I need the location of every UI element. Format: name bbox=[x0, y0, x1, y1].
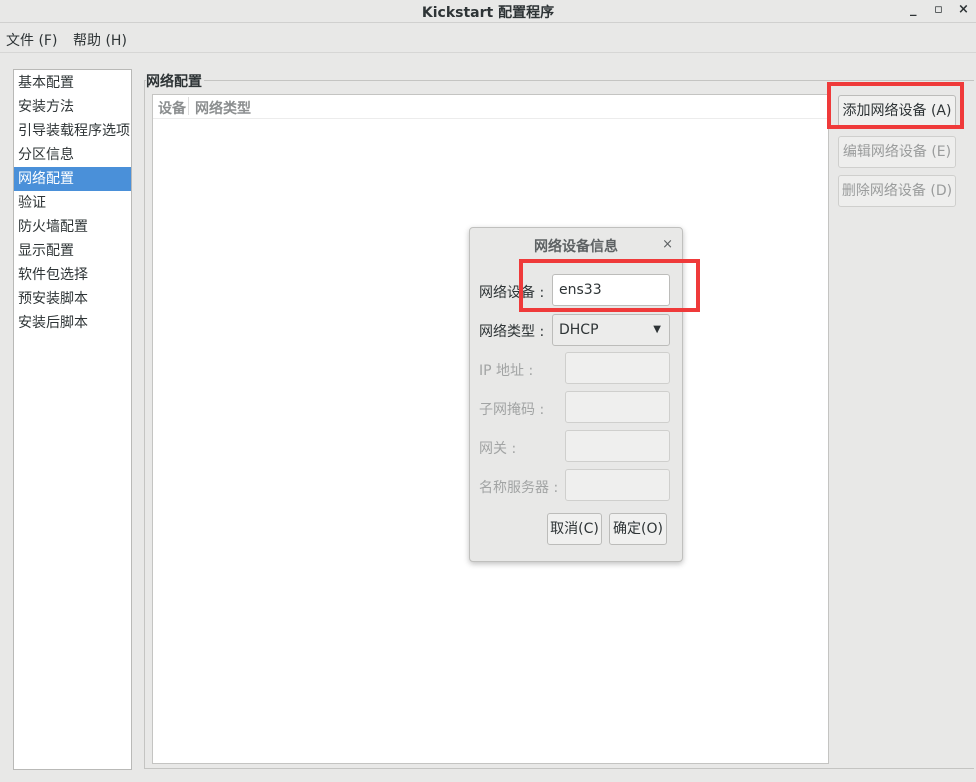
gateway-label: 网关 : bbox=[479, 441, 517, 457]
network-type-label: 网络类型 : bbox=[479, 324, 545, 340]
highlight-box-device-input bbox=[519, 259, 700, 312]
netmask-input bbox=[565, 391, 670, 423]
ip-address-input bbox=[565, 352, 670, 384]
dialog-title: 网络设备信息 bbox=[534, 239, 618, 255]
netmask-label: 子网掩码 : bbox=[479, 402, 545, 418]
network-type-select[interactable]: DHCP ▼ bbox=[552, 314, 670, 346]
menu-file[interactable]: 文件 (F) bbox=[6, 30, 57, 50]
sidebar-item-partition[interactable]: 分区信息 bbox=[14, 143, 131, 167]
close-button[interactable]: × bbox=[958, 2, 969, 17]
edit-network-device-button[interactable]: 编辑网络设备 (E) bbox=[838, 136, 956, 168]
chevron-down-icon: ▼ bbox=[653, 324, 661, 335]
cancel-button[interactable]: 取消(C) bbox=[547, 513, 602, 545]
sidebar-item-packages[interactable]: 软件包选择 bbox=[14, 263, 131, 287]
gateway-input bbox=[565, 430, 670, 462]
dns-label: 名称服务器 : bbox=[479, 480, 559, 496]
maximize-button[interactable]: ▫ bbox=[934, 2, 943, 17]
ok-button[interactable]: 确定(O) bbox=[609, 513, 667, 545]
menu-bar: 文件 (F) 帮助 (H) bbox=[0, 24, 976, 53]
dialog-close-icon[interactable]: × bbox=[662, 237, 673, 252]
dns-input bbox=[565, 469, 670, 501]
menu-help[interactable]: 帮助 (H) bbox=[73, 30, 127, 50]
sidebar-item-pre-script[interactable]: 预安装脚本 bbox=[14, 287, 131, 311]
column-header-device[interactable]: 设备 bbox=[158, 98, 186, 118]
ip-address-label: IP 地址 : bbox=[479, 363, 534, 379]
sidebar-item-bootloader[interactable]: 引导装载程序选项 bbox=[14, 119, 131, 143]
sidebar-item-network[interactable]: 网络配置 bbox=[14, 167, 131, 191]
delete-network-device-button[interactable]: 删除网络设备 (D) bbox=[838, 175, 956, 207]
column-separator bbox=[188, 97, 189, 115]
header-divider bbox=[153, 118, 828, 119]
sidebar-item-post-script[interactable]: 安装后脚本 bbox=[14, 311, 131, 335]
sidebar-item-firewall[interactable]: 防火墙配置 bbox=[14, 215, 131, 239]
sidebar-item-basic[interactable]: 基本配置 bbox=[14, 71, 131, 95]
section-title: 网络配置 bbox=[146, 71, 204, 91]
minimize-button[interactable]: _ bbox=[910, 2, 917, 17]
title-bar: Kickstart 配置程序 _ ▫ × bbox=[0, 0, 976, 23]
sidebar-item-install-method[interactable]: 安装方法 bbox=[14, 95, 131, 119]
network-type-value: DHCP bbox=[559, 322, 599, 338]
window-title: Kickstart 配置程序 bbox=[421, 5, 555, 21]
sidebar-item-auth[interactable]: 验证 bbox=[14, 191, 131, 215]
category-list: 基本配置 安装方法 引导装载程序选项 分区信息 网络配置 验证 防火墙配置 显示… bbox=[13, 69, 132, 770]
sidebar-item-display[interactable]: 显示配置 bbox=[14, 239, 131, 263]
column-header-network-type[interactable]: 网络类型 bbox=[195, 98, 251, 118]
highlight-box-add-button bbox=[827, 82, 964, 129]
